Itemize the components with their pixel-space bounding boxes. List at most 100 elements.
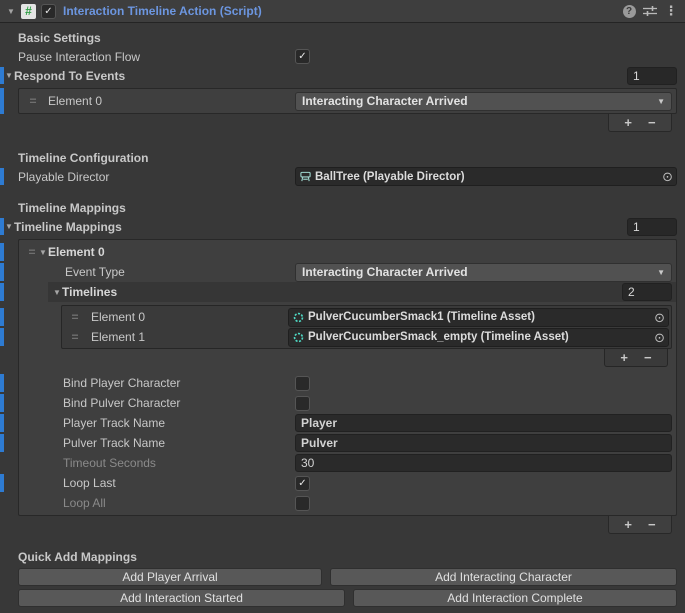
component-header: ▼ # ✓ Interaction Timeline Action (Scrip… <box>0 0 685 23</box>
playable-director-object-field[interactable]: BallTree (Playable Director) ⊙ <box>295 167 677 186</box>
loop-all-checkbox[interactable] <box>295 496 310 511</box>
add-interaction-complete-button[interactable]: Add Interaction Complete <box>353 589 677 607</box>
event-type-dropdown[interactable]: Interacting Character Arrived ▼ <box>295 263 672 282</box>
drag-handle-icon[interactable]: = <box>69 334 81 340</box>
unity-inspector-panel: ▼ # ✓ Interaction Timeline Action (Scrip… <box>0 0 685 613</box>
respond-to-events-header-row: ▼ Respond To Events 1 <box>18 66 677 85</box>
timeline-mappings-list-label: Timeline Mappings <box>14 220 285 234</box>
override-bar <box>0 263 4 281</box>
basic-settings-label: Basic Settings <box>18 31 295 45</box>
add-element-button[interactable]: + <box>624 116 632 129</box>
override-bar <box>0 328 4 346</box>
add-player-arrival-button[interactable]: Add Player Arrival <box>18 568 322 586</box>
object-picker-icon[interactable]: ⊙ <box>654 331 665 344</box>
respond-element-label: Element 0 <box>48 94 295 108</box>
player-track-name-input[interactable] <box>295 414 672 432</box>
component-body: Basic Settings Pause Interaction Flow ✓ … <box>0 23 685 607</box>
component-enabled-checkbox[interactable]: ✓ <box>41 4 56 19</box>
component-title: Interaction Timeline Action (Script) <box>63 4 616 18</box>
timelines-list: = Element 0 PulverCucumberSmack1 (Timeli… <box>61 305 672 349</box>
remove-mapping-button[interactable]: − <box>648 518 656 531</box>
component-foldout-icon[interactable]: ▼ <box>6 7 16 16</box>
timeline-asset-object-field[interactable]: PulverCucumberSmack1 (Timeline Asset) ⊙ <box>288 308 669 327</box>
timeline-mappings-header-row: ▼ Timeline Mappings 1 <box>18 217 677 236</box>
player-track-name-row: Player Track Name <box>19 413 676 433</box>
override-bar <box>0 474 4 492</box>
quick-add-mappings-label: Quick Add Mappings <box>18 550 295 564</box>
override-bar <box>0 394 4 412</box>
timeout-seconds-row: Timeout Seconds <box>19 453 676 473</box>
timeline-configuration-section-header: Timeline Configuration <box>18 148 677 167</box>
loop-all-label: Loop All <box>63 496 295 510</box>
respond-element-event-dropdown[interactable]: Interacting Character Arrived ▼ <box>295 92 672 111</box>
override-bar <box>0 434 4 452</box>
respond-to-events-size-field[interactable]: 1 <box>627 67 677 85</box>
presets-icon[interactable] <box>642 3 658 19</box>
override-bar <box>0 218 4 235</box>
respond-list-footer: + − <box>608 114 672 132</box>
bind-pulver-character-checkbox[interactable] <box>295 396 310 411</box>
timeline-element-label: Element 1 <box>91 330 288 344</box>
timelines-list-footer: + − <box>604 349 668 367</box>
dropdown-value: Interacting Character Arrived <box>302 265 468 279</box>
override-bar <box>0 374 4 392</box>
timeline-element-label: Element 0 <box>91 310 288 324</box>
timeline-mappings-section-header: Timeline Mappings <box>18 199 677 217</box>
remove-element-button[interactable]: − <box>648 116 656 129</box>
pause-interaction-flow-label: Pause Interaction Flow <box>18 50 295 64</box>
timelines-size-field[interactable]: 2 <box>622 283 672 301</box>
timeline-mappings-size-field[interactable]: 1 <box>627 218 677 236</box>
timeline-mappings-section-label: Timeline Mappings <box>18 201 295 215</box>
timeline-asset-icon <box>293 332 304 343</box>
timeline-element-row[interactable]: = Element 0 PulverCucumberSmack1 (Timeli… <box>62 307 671 327</box>
pulver-track-name-row: Pulver Track Name <box>19 433 676 453</box>
override-bar <box>0 168 4 185</box>
pulver-track-name-label: Pulver Track Name <box>63 436 295 450</box>
respond-to-events-foldout-icon[interactable]: ▼ <box>4 71 14 80</box>
bind-player-character-row: Bind Player Character <box>19 373 676 393</box>
quick-add-section-header: Quick Add Mappings <box>18 548 677 566</box>
event-type-row: Event Type Interacting Character Arrived… <box>19 262 676 282</box>
bind-player-character-checkbox[interactable] <box>295 376 310 391</box>
respond-to-events-label: Respond To Events <box>14 69 285 83</box>
add-timeline-button[interactable]: + <box>620 351 628 364</box>
basic-settings-section-header: Basic Settings <box>18 28 677 47</box>
csharp-script-icon: # <box>21 4 36 19</box>
respond-to-events-list: = Element 0 Interacting Character Arrive… <box>18 88 677 114</box>
override-bar <box>0 414 4 432</box>
drag-handle-icon[interactable]: = <box>69 314 81 320</box>
respond-element-row[interactable]: = Element 0 Interacting Character Arrive… <box>19 89 676 113</box>
loop-last-label: Loop Last <box>63 476 295 490</box>
remove-timeline-button[interactable]: − <box>644 351 652 364</box>
player-track-name-label: Player Track Name <box>63 416 295 430</box>
presets-sliders-glyph <box>643 5 657 17</box>
pause-interaction-flow-checkbox[interactable]: ✓ <box>295 49 310 64</box>
timeout-seconds-input[interactable] <box>295 454 672 472</box>
timelines-foldout-icon[interactable]: ▼ <box>52 288 62 297</box>
add-interacting-character-button[interactable]: Add Interacting Character <box>330 568 677 586</box>
mapping-element-header-row[interactable]: = ▼ Element 0 <box>19 242 676 262</box>
timeline-mappings-foldout-icon[interactable]: ▼ <box>4 222 14 231</box>
add-interaction-started-button[interactable]: Add Interaction Started <box>18 589 345 607</box>
timeline-asset-object-field[interactable]: PulverCucumberSmack_empty (Timeline Asse… <box>288 328 669 347</box>
pulver-track-name-input[interactable] <box>295 434 672 452</box>
timeline-element-row[interactable]: = Element 1 PulverCucumberSmack_empty (T… <box>62 327 671 347</box>
help-icon[interactable]: ? <box>621 3 637 19</box>
timeline-asset-icon <box>293 312 304 323</box>
loop-last-checkbox[interactable]: ✓ <box>295 476 310 491</box>
loop-last-row: Loop Last ✓ <box>19 473 676 493</box>
mapping-element-foldout-icon[interactable]: ▼ <box>38 248 48 257</box>
add-mapping-button[interactable]: + <box>624 518 632 531</box>
mapping-element-label: Element 0 <box>48 245 105 259</box>
drag-handle-icon[interactable]: = <box>26 249 38 255</box>
bind-pulver-character-row: Bind Pulver Character <box>19 393 676 413</box>
event-type-label: Event Type <box>65 265 295 279</box>
timeline-asset-value: PulverCucumberSmack_empty (Timeline Asse… <box>308 331 569 343</box>
override-bar <box>0 283 4 301</box>
more-options-kebab-icon[interactable]: ⋮ <box>663 3 679 19</box>
object-picker-icon[interactable]: ⊙ <box>662 170 673 183</box>
timeline-asset-value: PulverCucumberSmack1 (Timeline Asset) <box>308 311 535 323</box>
timelines-header-row: ▼ Timelines 2 <box>48 282 676 302</box>
object-picker-icon[interactable]: ⊙ <box>654 311 665 324</box>
drag-handle-icon[interactable]: = <box>27 98 39 104</box>
